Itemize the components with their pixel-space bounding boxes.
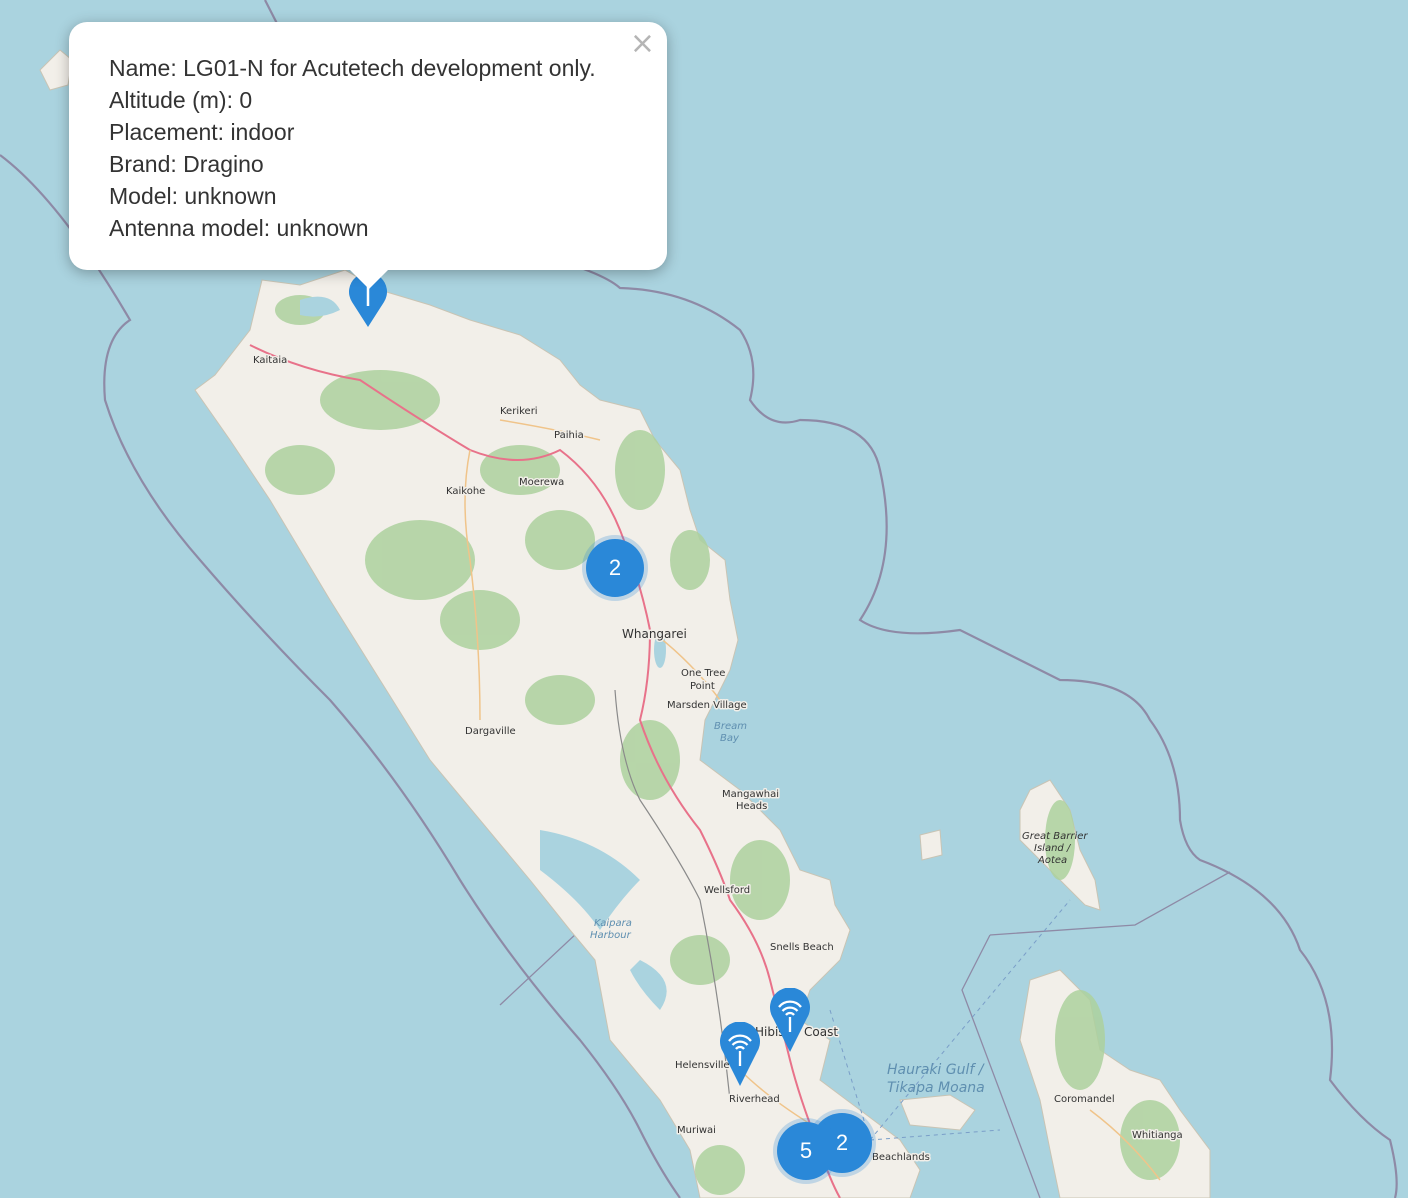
label-mangawhai: Mangawhai [722, 789, 779, 800]
label-point: Point [690, 681, 715, 692]
label-riverhead: Riverhead [729, 1094, 780, 1105]
label-coromandel: Coromandel [1054, 1094, 1115, 1105]
gateway-model: Model: unknown [109, 183, 277, 209]
label-paihia: Paihia [554, 430, 584, 441]
label-beachlands: Beachlands [872, 1152, 930, 1163]
gateway-brand: Brand: Dragino [109, 151, 264, 177]
gateway-info-popup: × Name: LG01-N for Acutetech development… [69, 22, 667, 289]
label-aotea: Aotea [1037, 855, 1067, 866]
label-hauraki-gulf: Hauraki Gulf / [887, 1062, 985, 1078]
label-muriwai: Muriwai [677, 1125, 716, 1136]
close-icon[interactable]: × [630, 28, 655, 60]
label-tikapa-moana: Tikapa Moana [887, 1080, 985, 1096]
label-kaikohe: Kaikohe [446, 486, 485, 497]
label-harbour: Harbour [590, 930, 632, 941]
gateway-antenna-icon [770, 987, 810, 1052]
label-kaipara: Kaipara [594, 918, 632, 929]
marker-cluster[interactable]: 5 [777, 1122, 835, 1180]
marker-cluster[interactable]: 2 [586, 539, 644, 597]
gateway-marker[interactable] [720, 1021, 760, 1086]
label-kaitaia: Kaitaia [253, 355, 287, 366]
gateway-name: Name: LG01-N for Acutetech development o… [109, 55, 596, 81]
gateway-placement: Placement: indoor [109, 119, 295, 145]
label-wellsford: Wellsford [704, 885, 750, 896]
gateway-antenna-model: Antenna model: unknown [109, 215, 369, 241]
gateway-marker[interactable] [770, 987, 810, 1052]
label-dargaville: Dargaville [465, 726, 516, 737]
label-whitianga: Whitianga [1132, 1130, 1183, 1141]
label-island: Island / [1034, 843, 1072, 854]
gateway-altitude: Altitude (m): 0 [109, 87, 253, 113]
label-kerikeri: Kerikeri [500, 406, 538, 417]
label-bay: Bay [720, 733, 740, 744]
label-snells-beach: Snells Beach [770, 942, 834, 953]
label-marsden-village: Marsden Village [667, 700, 747, 711]
label-great-barrier: Great Barrier [1022, 831, 1088, 842]
island [919, 829, 943, 861]
label-moerewa: Moerewa [519, 477, 564, 488]
label-heads: Heads [736, 801, 767, 812]
gateway-antenna-icon [720, 1021, 760, 1086]
label-whangarei: Whangarei [622, 627, 687, 641]
popup-tip [349, 269, 389, 289]
label-one-tree: One Tree [681, 668, 725, 679]
label-bream: Bream [714, 721, 747, 732]
